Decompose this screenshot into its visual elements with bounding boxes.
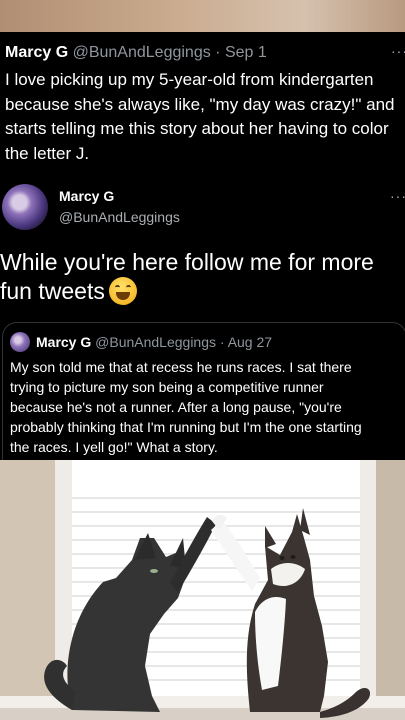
profile-handle[interactable]: @BunAndLeggings bbox=[59, 209, 180, 225]
quoted-avatar[interactable] bbox=[10, 332, 30, 352]
cats-photo[interactable] bbox=[0, 460, 405, 720]
author-handle[interactable]: @BunAndLeggings bbox=[73, 44, 211, 61]
separator-dot: · bbox=[215, 44, 221, 61]
avatar[interactable] bbox=[2, 184, 48, 230]
quoted-tweet-text: My son told me that at recess he runs ra… bbox=[10, 359, 362, 455]
profile-name[interactable]: Marcy G bbox=[59, 188, 114, 204]
more-icon[interactable]: ··· bbox=[391, 43, 405, 59]
more-icon[interactable]: ··· bbox=[390, 188, 405, 204]
promo-text: While you're here follow me for more fun… bbox=[0, 248, 374, 306]
quoted-tweet-date[interactable]: Aug 27 bbox=[228, 334, 272, 350]
tweet-text: I love picking up my 5-year-old from kin… bbox=[5, 70, 395, 163]
quoted-author-name[interactable]: Marcy G bbox=[36, 334, 91, 350]
grinning-sweat-emoji-icon bbox=[108, 277, 137, 305]
quoted-tweet-header: Marcy G @BunAndLeggings · Aug 27 bbox=[36, 333, 272, 351]
promo-message: While you're here follow me for more fun… bbox=[0, 249, 374, 304]
cats-photo-illustration bbox=[0, 460, 405, 720]
author-name[interactable]: Marcy G bbox=[5, 44, 68, 61]
top-tweet[interactable]: Marcy G @BunAndLeggings · Sep 1 I love p… bbox=[0, 32, 405, 180]
top-tweet-header: Marcy G @BunAndLeggings · Sep 1 bbox=[5, 42, 405, 64]
quoted-separator-dot: · bbox=[219, 334, 225, 350]
image-top-strip bbox=[0, 0, 405, 32]
tweet-date[interactable]: Sep 1 bbox=[225, 44, 267, 61]
quoted-author-handle[interactable]: @BunAndLeggings bbox=[95, 334, 216, 350]
